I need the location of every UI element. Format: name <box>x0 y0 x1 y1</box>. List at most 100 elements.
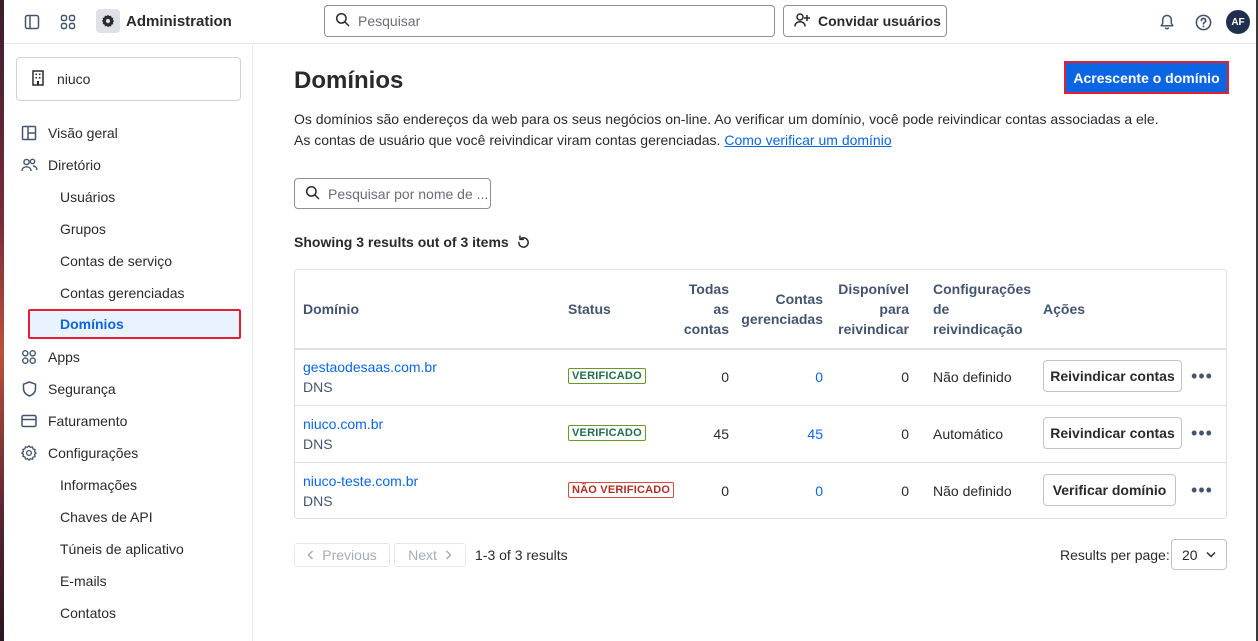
available-count: 0 <box>901 426 909 442</box>
global-search-input[interactable] <box>358 13 758 29</box>
sidebar-item-information[interactable]: Informações <box>60 471 137 499</box>
more-actions-icon[interactable]: ••• <box>1190 421 1214 445</box>
notifications-bell-icon[interactable] <box>1155 10 1179 34</box>
page-title: Domínios <box>294 67 404 94</box>
available-count: 0 <box>901 369 909 385</box>
sidebar-item-label: Visão geral <box>48 125 118 141</box>
refresh-icon[interactable] <box>516 234 531 250</box>
sidebar-item-apps[interactable]: Apps <box>20 343 240 371</box>
help-icon[interactable] <box>1191 10 1215 34</box>
organization-selector[interactable]: niuco <box>16 57 241 101</box>
header-line: Todas <box>688 281 729 297</box>
add-person-icon <box>794 12 810 31</box>
administration-logo-icon[interactable] <box>96 9 120 33</box>
gear-icon <box>20 444 38 462</box>
sidebar-item-label: Faturamento <box>48 413 128 429</box>
sidebar-item-settings[interactable]: Configurações <box>20 439 240 467</box>
sidebar-item-label: Apps <box>48 349 80 365</box>
sidebar-item-security[interactable]: Segurança <box>20 375 240 403</box>
results-summary: Showing 3 results out of 3 items <box>294 234 531 250</box>
verification-method: DNS <box>303 436 333 452</box>
global-search[interactable] <box>324 5 775 37</box>
user-avatar[interactable]: AF <box>1226 10 1250 34</box>
header-divider <box>295 348 1226 350</box>
claim-accounts-button[interactable]: Reivindicar contas <box>1043 360 1182 392</box>
sidebar-item-overview[interactable]: Visão geral <box>20 119 240 147</box>
app-switcher-icon[interactable] <box>56 10 80 34</box>
app-title[interactable]: Administration <box>126 13 232 30</box>
chevron-left-icon <box>307 547 314 563</box>
domain-link[interactable]: gestaodesaas.com.br <box>303 359 437 375</box>
header-line: as <box>713 301 729 317</box>
sidebar-item-emails[interactable]: E-mails <box>60 567 107 595</box>
how-to-verify-link[interactable]: Como verificar um domínio <box>724 132 891 148</box>
column-header-status[interactable]: Status <box>568 302 611 317</box>
search-icon <box>305 185 320 203</box>
domain-link[interactable]: niuco.com.br <box>303 416 383 432</box>
sidebar-toggle-icon[interactable] <box>20 10 44 34</box>
chevron-right-icon <box>445 547 452 563</box>
domain-search-input[interactable] <box>328 185 488 202</box>
column-header-actions: Ações <box>1043 301 1086 317</box>
sidebar-item-billing[interactable]: Faturamento <box>20 407 240 435</box>
add-domain-label: Acrescente o domínio <box>1068 65 1225 90</box>
sidebar-item-app-tunnels[interactable]: Túneis de aplicativo <box>60 535 184 563</box>
sidebar-item-api-keys[interactable]: Chaves de API <box>60 503 153 531</box>
sidebar-item-managed-accounts[interactable]: Contas gerenciadas <box>60 279 185 307</box>
results-per-page-label: Results per page: <box>1060 547 1170 563</box>
verification-method: DNS <box>303 379 333 395</box>
column-header-claim-settings[interactable]: Configurações de reivindicação <box>933 282 1031 337</box>
more-actions-icon[interactable]: ••• <box>1190 364 1214 388</box>
invite-users-button[interactable]: Convidar usuários <box>783 5 947 37</box>
page-description: Os domínios são endereços da web para os… <box>294 109 1174 151</box>
available-count: 0 <box>901 483 909 499</box>
managed-accounts-link[interactable]: 0 <box>783 369 823 385</box>
row-divider <box>295 405 1226 406</box>
people-icon <box>20 156 38 174</box>
column-header-managed-accounts[interactable]: Contas gerenciadas <box>735 292 823 327</box>
header-line: para <box>879 301 909 317</box>
add-domain-button[interactable]: Acrescente o domínio <box>1064 61 1229 94</box>
results-per-page-value: 20 <box>1182 546 1198 563</box>
status-badge: VERIFICADO <box>568 368 646 384</box>
sidebar-item-users[interactable]: Usuários <box>60 183 115 211</box>
header-line: gerenciadas <box>741 311 823 327</box>
next-page-button[interactable]: Next <box>394 543 466 567</box>
previous-page-button[interactable]: Previous <box>294 543 390 567</box>
invite-users-label: Convidar usuários <box>818 13 941 29</box>
row-divider <box>295 462 1226 463</box>
building-icon <box>31 69 45 89</box>
claim-setting: Não definido <box>933 369 1012 385</box>
status-badge: NÃO VERIFICADO <box>568 482 675 498</box>
claim-setting: Não definido <box>933 483 1012 499</box>
next-label: Next <box>408 547 437 563</box>
main-content: Domínios Acrescente o domínio Os domínio… <box>254 45 1256 641</box>
managed-accounts-link[interactable]: 0 <box>783 483 823 499</box>
column-header-available[interactable]: Disponível para reivindicar <box>829 282 909 337</box>
sidebar-item-directory[interactable]: Diretório <box>20 151 240 179</box>
sidebar-item-service-accounts[interactable]: Contas de serviço <box>60 247 172 275</box>
header-line: Configurações <box>933 281 1032 297</box>
managed-accounts-link[interactable]: 45 <box>783 426 823 442</box>
column-header-all-accounts[interactable]: Todas as contas <box>669 282 729 337</box>
claim-accounts-button[interactable]: Reivindicar contas <box>1043 417 1182 449</box>
more-actions-icon[interactable]: ••• <box>1190 478 1214 502</box>
layout-icon <box>20 124 38 142</box>
all-accounts-count: 0 <box>721 369 729 385</box>
domains-table: Domínio Status Todas as contas Contas ge… <box>294 269 1227 519</box>
verification-method: DNS <box>303 493 333 509</box>
domain-search[interactable] <box>294 178 491 209</box>
header-line: de <box>933 301 950 317</box>
apps-icon <box>20 348 38 366</box>
organization-name: niuco <box>57 71 91 87</box>
domain-link[interactable]: niuco-teste.com.br <box>303 473 418 489</box>
column-header-domain[interactable]: Domínio <box>303 302 359 317</box>
sidebar-item-label: Configurações <box>48 445 139 461</box>
sidebar-item-domains[interactable]: Domínios <box>28 309 241 339</box>
chevron-down-icon <box>1206 551 1216 558</box>
sidebar-item-contacts[interactable]: Contatos <box>60 599 116 627</box>
sidebar-item-groups[interactable]: Grupos <box>60 215 106 243</box>
verify-domain-button[interactable]: Verificar domínio <box>1043 474 1176 506</box>
results-per-page-select[interactable]: 20 <box>1171 539 1227 570</box>
sidebar-item-label: Segurança <box>48 381 116 397</box>
